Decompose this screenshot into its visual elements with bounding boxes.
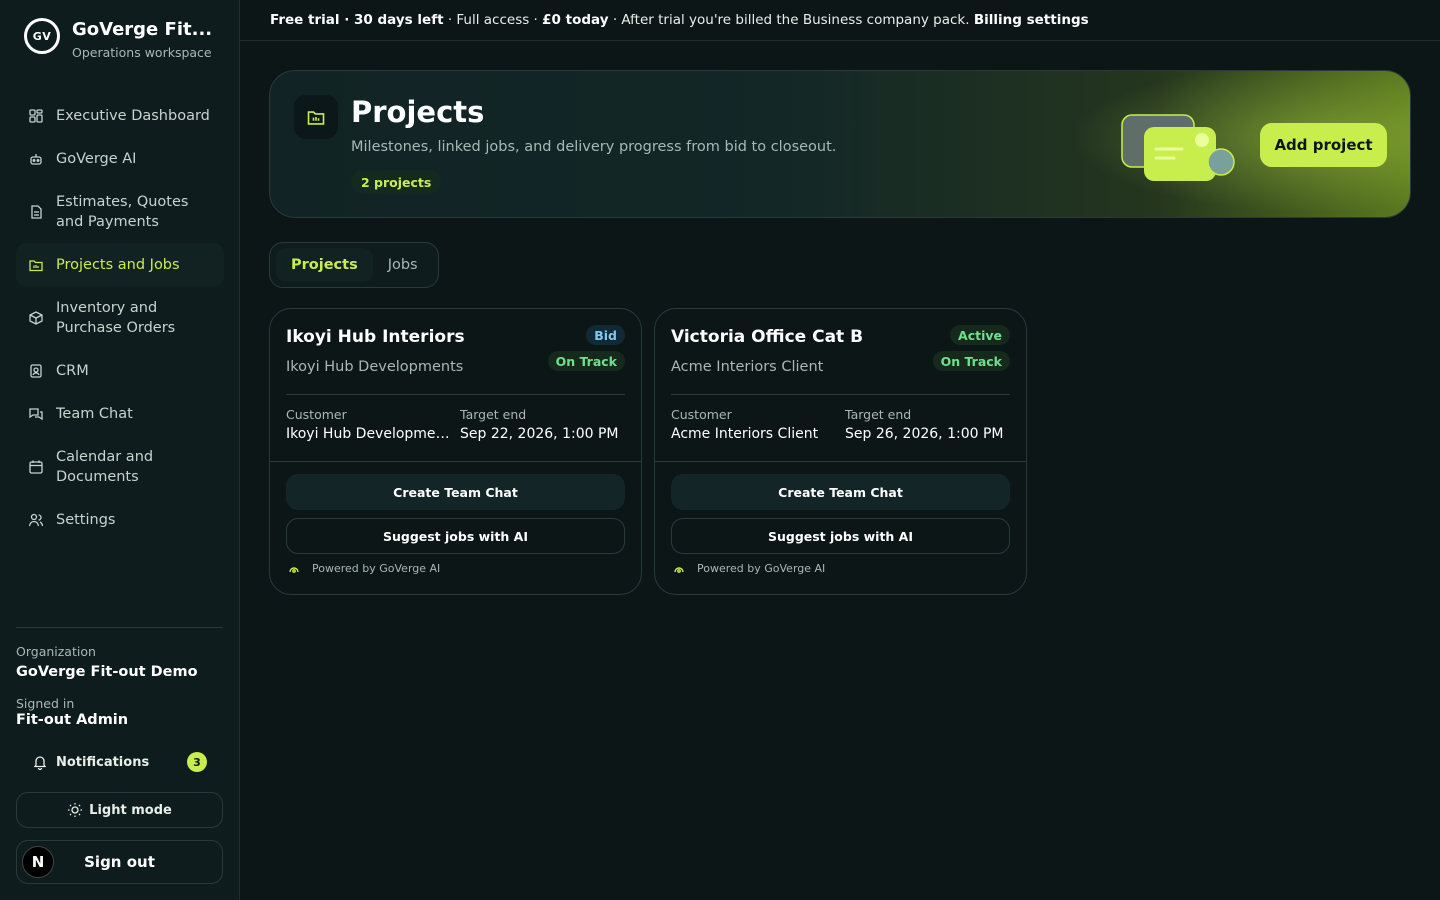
powered-by-note: Powered by GoVerge AI: [288, 562, 440, 575]
robot-icon: [28, 151, 44, 167]
powered-by-note: Powered by GoVerge AI: [673, 562, 825, 575]
tab-projects[interactable]: Projects: [276, 248, 373, 282]
sidebar-item-goverge-ai[interactable]: GoVerge AI: [16, 137, 224, 180]
suggest-jobs-ai-button[interactable]: Suggest jobs with AI: [671, 518, 1010, 554]
sidebar: GV GoVerge Fit... Operations workspace E…: [0, 0, 240, 900]
suggest-jobs-ai-button[interactable]: Suggest jobs with AI: [286, 518, 625, 554]
notifications-button[interactable]: Notifications 3: [16, 744, 223, 780]
bell-icon: [33, 756, 47, 770]
light-mode-label: Light mode: [89, 802, 172, 818]
sidebar-item-calendar[interactable]: Calendar and Documents: [16, 435, 224, 498]
projects-hero: Projects Milestones, linked jobs, and de…: [269, 70, 1411, 218]
sidebar-item-label: Settings: [56, 511, 116, 528]
sidebar-item-projects-and-jobs[interactable]: Projects and Jobs: [16, 243, 224, 286]
health-badge: On Track: [547, 351, 625, 371]
signed-in-user: Fit-out Admin: [16, 712, 129, 728]
customer-value: Acme Interiors Client: [671, 426, 819, 442]
sidebar-item-label: Estimates, Quotes and Payments: [56, 193, 189, 230]
folder-icon: [28, 257, 44, 273]
create-team-chat-button[interactable]: Create Team Chat: [286, 474, 625, 510]
add-project-button[interactable]: Add project: [1260, 123, 1387, 167]
notifications-count-badge: 3: [187, 752, 207, 772]
brand-subtitle: Operations workspace: [72, 45, 212, 60]
sidebar-item-executive-dashboard[interactable]: Executive Dashboard: [16, 94, 224, 137]
sidebar-item-crm[interactable]: CRM: [16, 349, 224, 392]
organization-label: Organization: [16, 644, 96, 659]
sidebar-item-label: Executive Dashboard: [56, 107, 210, 124]
contact-icon: [28, 363, 44, 379]
sidebar-item-label: Inventory and Purchase Orders: [56, 299, 176, 336]
sidebar-item-label: GoVerge AI: [56, 150, 137, 167]
target-end-label: Target end: [460, 407, 527, 422]
target-end-label: Target end: [845, 407, 912, 422]
sun-icon: [68, 803, 83, 817]
customer-value: Ikoyi Hub Developments: [286, 426, 452, 442]
brand-name: GoVerge Fit...: [72, 19, 213, 40]
sidebar-item-settings[interactable]: Settings: [16, 498, 224, 541]
divider: [655, 461, 1026, 462]
project-title[interactable]: Victoria Office Cat B: [671, 327, 863, 347]
chat-icon: [28, 406, 44, 422]
sign-out-label: Sign out: [84, 853, 155, 871]
light-mode-button[interactable]: Light mode: [16, 792, 223, 828]
brand[interactable]: GV GoVerge Fit... Operations workspace: [24, 18, 212, 60]
box-icon: [28, 310, 44, 326]
tab-jobs[interactable]: Jobs: [373, 248, 433, 282]
trial-cost: £0 today: [542, 12, 609, 28]
stage-badge: Bid: [586, 325, 625, 345]
trial-status: Free trial · 30 days left: [270, 12, 444, 28]
project-count-badge: 2 projects: [351, 170, 442, 194]
brand-logo: GV: [24, 18, 60, 54]
trial-billing-note: · After trial you're billed the Business…: [608, 12, 974, 28]
sidebar-item-label: CRM: [56, 362, 89, 379]
health-badge: On Track: [932, 351, 1010, 371]
sidebar-item-label: Calendar and Documents: [56, 448, 154, 485]
notifications-label: Notifications: [56, 754, 150, 770]
target-end-value: Sep 22, 2026, 1:00 PM: [460, 426, 619, 442]
billing-settings-link[interactable]: Billing settings: [974, 12, 1089, 28]
dashboard-icon: [28, 108, 44, 124]
trial-banner: Free trial · 30 days left · Full access …: [240, 0, 1440, 41]
page-title: Projects: [351, 95, 485, 129]
view-tabs: Projects Jobs: [269, 242, 439, 288]
project-client: Ikoyi Hub Developments: [286, 359, 464, 375]
folder-icon: [294, 95, 338, 139]
divider: [270, 461, 641, 462]
sign-out-button[interactable]: N Sign out: [16, 840, 223, 884]
divider: [286, 394, 625, 395]
sidebar-item-label: Projects and Jobs: [56, 256, 180, 273]
sidebar-item-estimates[interactable]: Estimates, Quotes and Payments: [16, 180, 224, 243]
target-end-value: Sep 26, 2026, 1:00 PM: [845, 426, 1004, 442]
customer-label: Customer: [671, 407, 732, 422]
sidebar-item-inventory[interactable]: Inventory and Purchase Orders: [16, 286, 224, 349]
calendar-icon: [28, 459, 44, 475]
project-card[interactable]: Ikoyi Hub Interiors Ikoyi Hub Developmen…: [269, 308, 642, 595]
project-title[interactable]: Ikoyi Hub Interiors: [286, 327, 465, 347]
chat-bubbles-illustration-icon: [1121, 114, 1235, 181]
stage-badge: Active: [950, 325, 1010, 345]
ai-logo-icon: [289, 566, 299, 573]
page-subtitle: Milestones, linked jobs, and delivery pr…: [351, 139, 837, 155]
divider: [671, 394, 1010, 395]
trial-access: · Full access ·: [443, 12, 543, 28]
powered-by-label: Powered by GoVerge AI: [312, 562, 441, 575]
document-icon: [28, 204, 44, 220]
signed-in-label: Signed in: [16, 696, 75, 711]
powered-by-label: Powered by GoVerge AI: [697, 562, 826, 575]
avatar: N: [22, 846, 54, 878]
sidebar-item-label: Team Chat: [56, 405, 133, 422]
project-card[interactable]: Victoria Office Cat B Acme Interiors Cli…: [654, 308, 1027, 595]
sidebar-item-team-chat[interactable]: Team Chat: [16, 392, 224, 435]
project-client: Acme Interiors Client: [671, 359, 824, 375]
sidebar-nav: Executive Dashboard GoVerge AI Estimates…: [16, 94, 224, 541]
users-icon: [28, 512, 44, 528]
ai-logo-icon: [674, 566, 684, 573]
organization-name: GoVerge Fit-out Demo: [16, 664, 198, 680]
customer-label: Customer: [286, 407, 347, 422]
create-team-chat-button[interactable]: Create Team Chat: [671, 474, 1010, 510]
sidebar-divider: [16, 627, 223, 628]
